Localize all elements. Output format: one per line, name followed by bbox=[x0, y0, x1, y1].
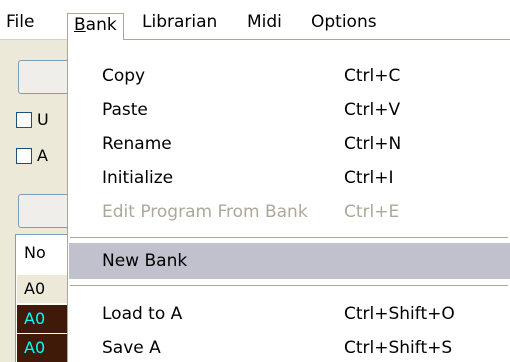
menu-item-label: Save A bbox=[102, 338, 161, 358]
menu-item-shortcut: Ctrl+V bbox=[344, 100, 401, 120]
checkbox-1[interactable] bbox=[16, 112, 32, 128]
menu-item-paste[interactable]: Paste Ctrl+V bbox=[69, 92, 510, 128]
menu-item-label: Paste bbox=[102, 100, 148, 120]
menu-bank[interactable]: Bank bbox=[67, 13, 124, 40]
menu-item-label: New Bank bbox=[102, 251, 188, 271]
menu-midi[interactable]: Midi bbox=[247, 11, 282, 33]
menu-librarian[interactable]: Librarian bbox=[142, 11, 217, 33]
menu-item-shortcut: Ctrl+E bbox=[344, 202, 400, 222]
menu-item-label: Edit Program From Bank bbox=[102, 202, 308, 222]
checkbox-2[interactable] bbox=[16, 148, 32, 164]
checkbox-2-label: A bbox=[37, 146, 48, 165]
menu-item-shortcut: Ctrl+I bbox=[344, 168, 394, 188]
menu-separator bbox=[70, 237, 508, 238]
menu-item-shortcut: Ctrl+C bbox=[344, 66, 401, 86]
program-list[interactable]: No A0 A0 A0 bbox=[15, 234, 75, 362]
menu-item-shortcut: Ctrl+Shift+S bbox=[344, 338, 453, 358]
menu-bank-mnemonic: B bbox=[74, 15, 86, 35]
menu-item-label: Rename bbox=[102, 134, 172, 154]
menu-item-save-a[interactable]: Save A Ctrl+Shift+S bbox=[69, 330, 510, 362]
bank-dropdown-menu: Copy Ctrl+C Paste Ctrl+V Rename Ctrl+N I… bbox=[67, 39, 510, 362]
menu-item-label: Copy bbox=[102, 66, 146, 86]
menu-item-label: Load to A bbox=[102, 304, 183, 324]
menu-item-load-to-a[interactable]: Load to A Ctrl+Shift+O bbox=[69, 296, 510, 332]
menu-options[interactable]: Options bbox=[311, 11, 377, 33]
menu-item-edit-program-from-bank: Edit Program From Bank Ctrl+E bbox=[69, 194, 510, 230]
menu-item-new-bank[interactable]: New Bank bbox=[69, 243, 510, 279]
menu-item-label: Initialize bbox=[102, 168, 174, 188]
menu-separator bbox=[70, 285, 508, 286]
menu-bar: File Bank Librarian Midi Options bbox=[0, 0, 510, 40]
checkbox-1-label: U bbox=[37, 110, 49, 129]
menu-bank-rest: ank bbox=[85, 15, 117, 35]
menu-item-copy[interactable]: Copy Ctrl+C bbox=[69, 58, 510, 94]
menu-item-initialize[interactable]: Initialize Ctrl+I bbox=[69, 160, 510, 196]
menu-item-shortcut: Ctrl+Shift+O bbox=[344, 304, 455, 324]
menu-item-shortcut: Ctrl+N bbox=[344, 134, 402, 154]
menu-file[interactable]: File bbox=[6, 11, 34, 33]
menu-item-rename[interactable]: Rename Ctrl+N bbox=[69, 126, 510, 162]
